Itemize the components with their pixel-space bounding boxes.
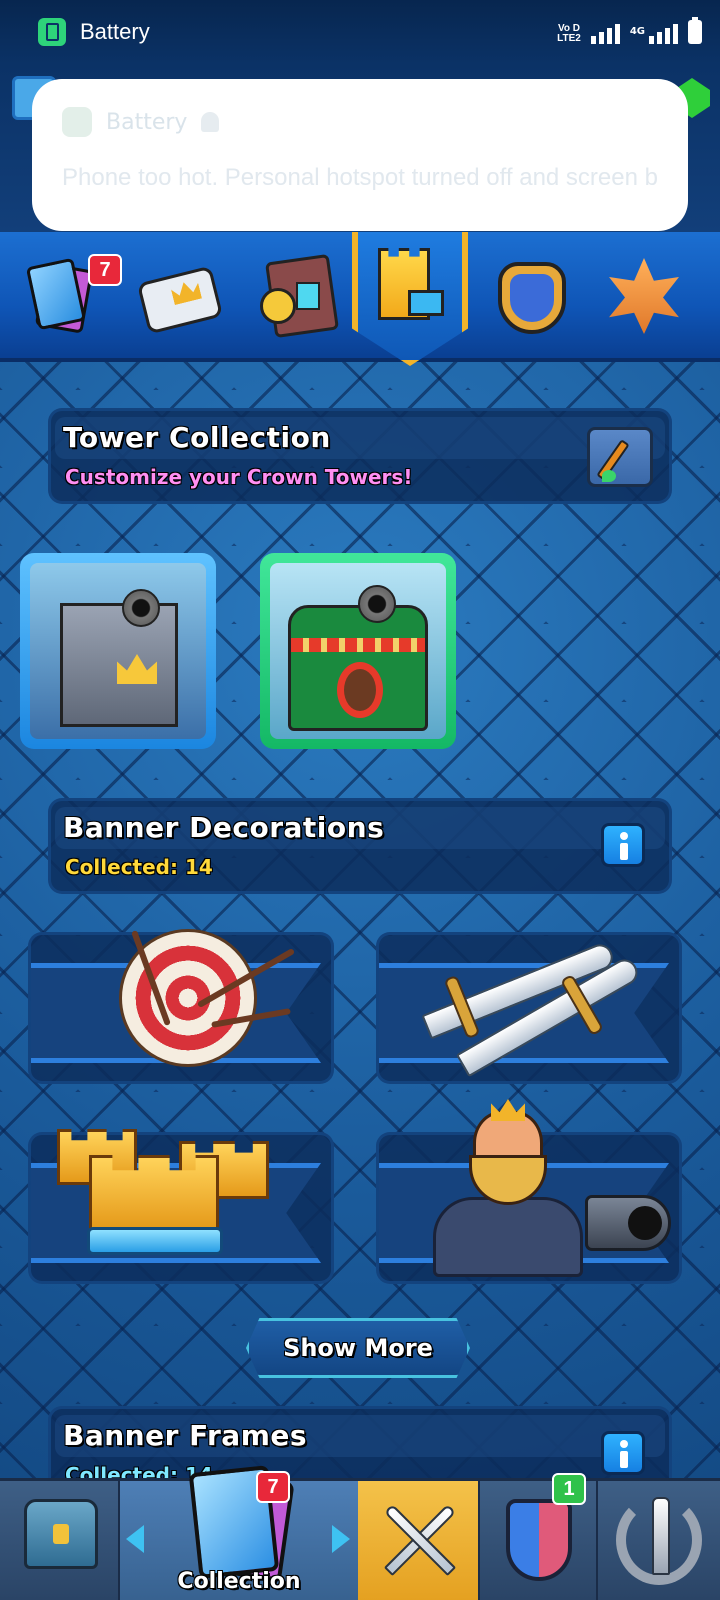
clan-shield-icon — [506, 1499, 572, 1581]
screen-icon — [296, 282, 320, 310]
royal-giant-icon — [413, 1099, 583, 1277]
crossed-swords-icon — [374, 1495, 464, 1585]
nav-shop[interactable] — [0, 1481, 120, 1600]
star-icon — [609, 258, 679, 334]
chest-icon — [24, 1499, 98, 1569]
sweater-tower-icon — [288, 605, 428, 731]
cannon-icon — [358, 585, 396, 623]
status-bar-title: Battery — [80, 19, 150, 44]
nav-battle[interactable] — [358, 1481, 478, 1600]
signal-icon — [590, 22, 620, 44]
tower-collection-subtitle: Customize your Crown Towers! — [65, 465, 413, 489]
notification-message: Phone too hot. Personal hotspot turned o… — [62, 164, 658, 191]
flag-icon — [408, 290, 444, 316]
status-bar: Battery Vo D LTE2 4G — [0, 0, 720, 64]
battery-notification-icon — [62, 107, 92, 137]
tab-banners[interactable] — [256, 252, 344, 340]
cannon-icon — [585, 1195, 671, 1251]
medal-icon — [260, 288, 296, 324]
nav-clan[interactable]: 1 — [478, 1473, 598, 1600]
tower-skin-sweater[interactable] — [260, 553, 456, 749]
chevron-left-icon — [126, 1525, 144, 1553]
volte-indicator: Vo D LTE2 — [557, 23, 581, 44]
bottom-navigation: 7 Collection 1 — [0, 1465, 720, 1600]
banner-frames-info-button[interactable] — [601, 1431, 645, 1475]
battery-icon — [688, 17, 702, 44]
notification-app-name: Battery — [106, 109, 188, 135]
heads-up-notification[interactable]: Battery Phone too hot. Personal hotspot … — [32, 79, 688, 231]
decoration-target[interactable] — [28, 929, 334, 1084]
sweater-tower-art — [270, 563, 446, 739]
status-icons: Vo D LTE2 4G — [557, 17, 702, 44]
skull-icon — [510, 274, 554, 322]
banner-frames-title: Banner Frames — [63, 1419, 308, 1452]
signal-icon-2 — [649, 22, 678, 44]
show-more-button[interactable]: Show More — [246, 1318, 470, 1378]
bell-icon — [201, 112, 220, 132]
stone-tower-art — [30, 563, 206, 739]
decoration-royal-giant[interactable] — [376, 1099, 682, 1284]
banner-decorations-title: Banner Decorations — [63, 811, 385, 844]
laurel-sword-icon — [616, 1495, 702, 1585]
tab-cards[interactable]: 7 — [25, 252, 122, 340]
banner-decorations-header: Banner Decorations Collected: 14 — [48, 798, 672, 894]
tower-skin-default[interactable] — [20, 553, 216, 749]
tower-collection-header: Tower Collection Customize your Crown To… — [48, 408, 672, 504]
edit-towers-button[interactable] — [587, 427, 653, 487]
stone-tower-icon — [60, 603, 178, 727]
banner-decorations-info-button[interactable] — [601, 823, 645, 867]
collection-notification-badge: 7 — [256, 1471, 290, 1503]
network-type: 4G — [629, 26, 645, 37]
tab-star-points[interactable] — [602, 252, 690, 340]
nav-events[interactable] — [598, 1481, 720, 1600]
tower-collection-title: Tower Collection — [63, 421, 331, 454]
nav-collection-label: Collection — [177, 1569, 301, 1594]
decoration-crowns[interactable] — [28, 1129, 334, 1284]
decoration-swords[interactable] — [376, 932, 682, 1084]
tab-king-skins[interactable] — [490, 252, 578, 340]
nav-collection[interactable]: 7 Collection — [120, 1465, 358, 1600]
tab-emotes[interactable] — [136, 252, 226, 340]
chevron-right-icon — [332, 1525, 350, 1553]
show-more-label: Show More — [283, 1334, 433, 1362]
cards-notification-badge: 7 — [88, 254, 122, 286]
cannon-icon — [122, 589, 160, 627]
battery-app-icon — [38, 18, 66, 46]
clan-notification-badge: 1 — [552, 1473, 586, 1505]
banner-decorations-count: Collected: 14 — [65, 855, 213, 879]
notification-header: Battery — [62, 107, 658, 137]
crown-icon — [89, 1155, 219, 1231]
